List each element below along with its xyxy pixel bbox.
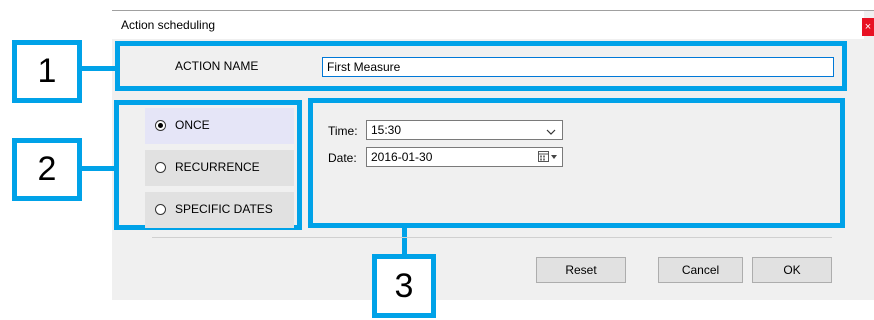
date-value: 2016-01-30 [371, 150, 433, 164]
callout-number-1: 1 [12, 40, 82, 103]
ok-button[interactable]: OK [752, 257, 832, 283]
radio-specific-dates-label: SPECIFIC DATES [175, 202, 273, 216]
action-name-label: ACTION NAME [175, 59, 259, 73]
calendar-icon[interactable] [538, 151, 558, 170]
callout-line-1 [80, 66, 116, 71]
title-bar [112, 11, 864, 39]
callout-line-2 [80, 166, 116, 171]
panel-divider [152, 237, 832, 238]
radio-button-icon[interactable] [155, 204, 166, 215]
radio-selected-dot [158, 123, 163, 128]
radio-once[interactable]: ONCE [145, 108, 294, 144]
time-dropdown[interactable]: 15:30 [366, 120, 563, 140]
date-picker[interactable]: 2016-01-30 [366, 147, 563, 167]
radio-button-icon[interactable] [155, 162, 166, 173]
radio-button-icon[interactable] [155, 120, 166, 131]
callout-line-3 [402, 226, 407, 256]
cancel-button[interactable]: Cancel [658, 257, 743, 283]
chevron-down-icon[interactable] [546, 125, 556, 143]
window-title: Action scheduling [121, 18, 216, 32]
radio-recurrence-label: RECURRENCE [175, 160, 260, 174]
radio-specific-dates[interactable]: SPECIFIC DATES [145, 192, 294, 228]
date-label: Date: [328, 151, 357, 165]
callout-number-3: 3 [372, 254, 436, 318]
callout-number-2: 2 [12, 138, 82, 201]
time-label: Time: [328, 124, 358, 138]
radio-once-label: ONCE [175, 118, 210, 132]
reset-button[interactable]: Reset [536, 257, 626, 283]
radio-recurrence[interactable]: RECURRENCE [145, 150, 294, 186]
action-name-input[interactable] [322, 57, 834, 77]
time-value: 15:30 [371, 123, 402, 137]
close-button[interactable]: × [862, 18, 874, 36]
